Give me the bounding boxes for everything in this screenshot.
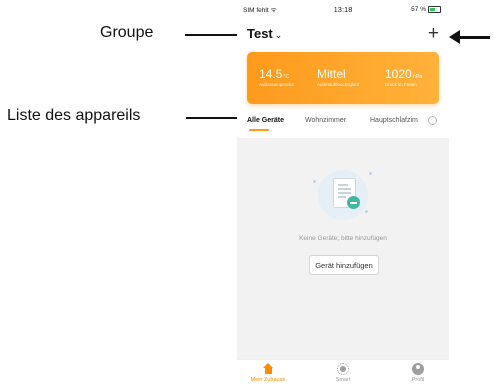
profile-icon xyxy=(412,363,424,375)
battery-percent: 57 % xyxy=(411,6,426,13)
bottom-nav: Mein Zuhause Smart Profil xyxy=(237,359,449,388)
tab-all-devices[interactable]: Alle Geräte xyxy=(247,117,284,124)
weather-humidity: Mittel Außenluftfeuchtigkeit xyxy=(317,67,359,87)
empty-devices-illustration xyxy=(313,166,375,222)
phone-screen: SIM fehlt ᯤ 13:18 57 % Test ⌄ + 14.5°C Au… xyxy=(237,0,449,388)
arrow-add xyxy=(449,30,490,44)
room-tabs: Alle Geräte Wohnzimmer Hauptschlafzim xyxy=(237,112,449,132)
pressure-label: Druck im Freien xyxy=(385,82,417,87)
add-button[interactable]: + xyxy=(428,22,439,46)
nav-home[interactable]: Mein Zuhause xyxy=(243,363,293,383)
room-settings-icon[interactable] xyxy=(428,116,437,125)
nav-smart-label: Smart xyxy=(335,377,351,383)
nav-home-label: Mein Zuhause xyxy=(250,377,286,383)
status-bar: SIM fehlt ᯤ 13:18 57 % xyxy=(237,0,449,20)
temperature-value: 14.5 xyxy=(259,67,283,81)
empty-state-message: Keine Geräte; bitte hinzufügen xyxy=(299,235,387,242)
nav-profile-label: Profil xyxy=(411,377,425,383)
home-icon xyxy=(262,363,274,375)
pressure-value: 1020 xyxy=(385,67,412,81)
annotation-groupe: Groupe xyxy=(100,24,154,41)
sparkle-dot xyxy=(369,172,372,175)
group-selector[interactable]: Test ⌄ xyxy=(247,26,282,41)
active-tab-indicator xyxy=(249,129,269,131)
nav-smart[interactable]: Smart xyxy=(318,363,368,383)
app-header: Test ⌄ + xyxy=(237,22,449,46)
tab-hauptschlafzimmer[interactable]: Hauptschlafzim xyxy=(370,117,418,124)
chevron-down-icon: ⌄ xyxy=(274,30,283,40)
pressure-unit: hPa xyxy=(412,74,423,80)
battery-area: 57 % xyxy=(411,6,441,13)
smart-icon xyxy=(337,363,349,375)
annotation-groupe-line xyxy=(185,34,241,36)
annotation-liste-line xyxy=(186,117,244,119)
tab-wohnzimmer[interactable]: Wohnzimmer xyxy=(305,117,346,124)
device-list-area: Keine Geräte; bitte hinzufügen Gerät hin… xyxy=(237,138,449,359)
annotation-liste: Liste des appareils xyxy=(7,107,141,124)
weather-card[interactable]: 14.5°C Außentemperatur Mittel Außenluftf… xyxy=(247,52,439,104)
sparkle-dot xyxy=(365,210,368,213)
weather-pressure: 1020hPa Druck im Freien xyxy=(385,67,423,87)
sparkle-dot xyxy=(313,180,316,183)
nav-profile[interactable]: Profil xyxy=(393,363,443,383)
group-title: Test xyxy=(247,26,273,41)
remove-circle-icon xyxy=(347,196,360,209)
weather-temperature: 14.5°C Außentemperatur xyxy=(259,67,294,87)
humidity-value: Mittel xyxy=(317,67,346,81)
temperature-unit: °C xyxy=(283,74,290,80)
humidity-label: Außenluftfeuchtigkeit xyxy=(317,82,360,87)
battery-icon xyxy=(428,6,441,13)
add-device-button[interactable]: Gerät hinzufügen xyxy=(309,255,379,275)
temperature-label: Außentemperatur xyxy=(259,82,295,87)
